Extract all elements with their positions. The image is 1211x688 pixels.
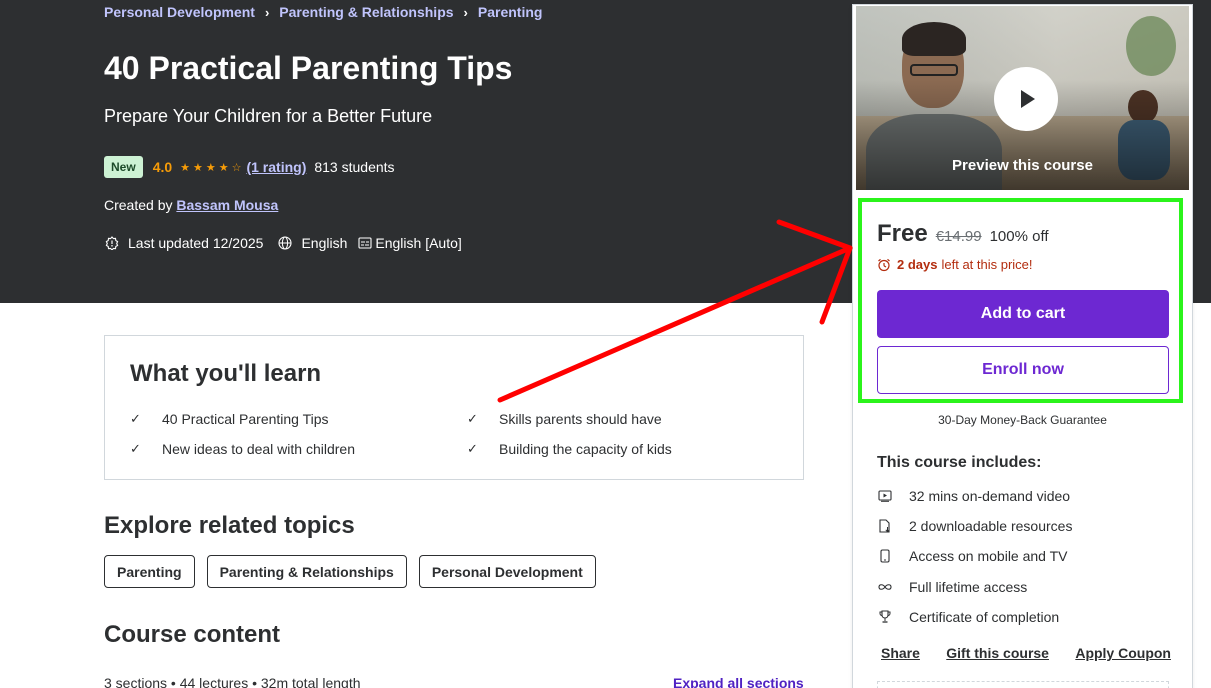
infinity-icon xyxy=(877,579,893,595)
price-countdown: 2 days left at this price! xyxy=(877,257,1033,272)
alarm-clock-icon xyxy=(877,258,891,272)
learn-item: ✓ Skills parents should have xyxy=(467,411,662,427)
course-preview-video[interactable]: Preview this course xyxy=(856,6,1189,190)
students-count: 813 students xyxy=(314,159,395,175)
video-icon xyxy=(877,488,893,504)
what-youll-learn-box: What you'll learn ✓ 40 Practical Parenti… xyxy=(104,335,804,480)
include-item: Certificate of completion xyxy=(877,609,1059,625)
money-back-guarantee: 30-Day Money-Back Guarantee xyxy=(938,413,1107,427)
course-meta: Last updated 12/2025 English English [Au… xyxy=(104,235,472,251)
last-updated: Last updated 12/2025 xyxy=(128,235,264,251)
include-item-text: Full lifetime access xyxy=(909,579,1028,595)
includes-title: This course includes: xyxy=(877,454,1042,471)
glasses-image xyxy=(910,64,958,76)
related-topics: Parenting Parenting & Relationships Pers… xyxy=(104,555,608,588)
share-link[interactable]: Share xyxy=(881,645,920,661)
created-by-label: Created by xyxy=(104,197,173,213)
author-link[interactable]: Bassam Mousa xyxy=(176,197,278,213)
breadcrumb-personal-development[interactable]: Personal Development xyxy=(104,4,255,20)
learn-item-text: 40 Practical Parenting Tips xyxy=(162,411,329,427)
topic-personal-development[interactable]: Personal Development xyxy=(418,555,596,588)
days-remaining: 2 days xyxy=(897,257,938,272)
include-item-text: 2 downloadable resources xyxy=(909,518,1073,534)
learn-item-text: Skills parents should have xyxy=(499,411,662,427)
preview-label: Preview this course xyxy=(952,157,1093,174)
check-icon: ✓ xyxy=(467,411,478,426)
rating-row: New 4.0 ★★★★☆ (1 rating) 813 students xyxy=(104,156,395,178)
topic-parenting-relationships[interactable]: Parenting & Relationships xyxy=(206,555,407,588)
days-remaining-text: left at this price! xyxy=(941,257,1033,272)
course-content-meta: 3 sections • 44 lectures • 32m total len… xyxy=(104,675,361,688)
download-file-icon xyxy=(877,518,893,534)
sidebar-actions: Share Gift this course Apply Coupon xyxy=(881,645,1171,661)
include-item: 2 downloadable resources xyxy=(877,518,1072,534)
learn-item: ✓ Building the capacity of kids xyxy=(467,441,672,457)
created-by: Created by Bassam Mousa xyxy=(104,197,278,213)
include-item: 32 mins on-demand video xyxy=(877,488,1070,504)
check-icon: ✓ xyxy=(130,411,141,426)
play-icon[interactable] xyxy=(994,67,1058,131)
breadcrumb-parenting-relationships[interactable]: Parenting & Relationships xyxy=(279,4,453,20)
new-badge: New xyxy=(104,156,143,178)
plant-image xyxy=(1126,16,1176,76)
coupon-box xyxy=(877,681,1169,688)
learn-item: ✓ 40 Practical Parenting Tips xyxy=(130,411,329,427)
chevron-right-icon: › xyxy=(264,4,270,20)
course-subtitle: Prepare Your Children for a Better Futur… xyxy=(104,106,433,126)
captions-language: English [Auto] xyxy=(375,235,462,251)
include-item-text: Access on mobile and TV xyxy=(909,548,1068,564)
apply-coupon-link[interactable]: Apply Coupon xyxy=(1075,645,1171,661)
learn-item-text: Building the capacity of kids xyxy=(499,441,672,457)
course-content-title: Course content xyxy=(104,621,281,648)
language: English xyxy=(301,235,348,251)
closed-captions-icon xyxy=(357,235,373,251)
star-rating-icon: ★★★★☆ xyxy=(180,161,245,174)
enroll-now-button[interactable]: Enroll now xyxy=(877,346,1169,394)
expand-all-sections-link[interactable]: Expand all sections xyxy=(673,675,804,688)
learn-item: ✓ New ideas to deal with children xyxy=(130,441,355,457)
gift-course-link[interactable]: Gift this course xyxy=(946,645,1049,661)
related-topics-title: Explore related topics xyxy=(104,512,355,539)
breadcrumb-parenting[interactable]: Parenting xyxy=(478,4,543,20)
alert-badge-icon xyxy=(104,235,120,251)
include-item: Access on mobile and TV xyxy=(877,548,1068,564)
instructor-hair xyxy=(902,22,966,56)
rating-value: 4.0 xyxy=(152,159,173,175)
check-icon: ✓ xyxy=(467,441,478,456)
discount-percent: 100% off xyxy=(989,228,1049,245)
include-item-text: 32 mins on-demand video xyxy=(909,488,1071,504)
original-price: €14.99 xyxy=(935,228,982,245)
mobile-icon xyxy=(877,548,893,564)
include-item: Full lifetime access xyxy=(877,579,1027,595)
topic-parenting[interactable]: Parenting xyxy=(104,555,195,588)
add-to-cart-button[interactable]: Add to cart xyxy=(877,290,1169,338)
course-title: 40 Practical Parenting Tips xyxy=(104,50,513,86)
current-price: Free xyxy=(877,220,928,247)
check-icon: ✓ xyxy=(130,441,141,456)
chevron-right-icon: › xyxy=(463,4,468,20)
price-row: Free €14.99 100% off xyxy=(877,220,1049,248)
globe-icon xyxy=(277,235,293,251)
learn-title: What you'll learn xyxy=(130,360,322,387)
trophy-icon xyxy=(877,609,893,625)
breadcrumb: Personal Development › Parenting & Relat… xyxy=(104,4,542,20)
rating-count-link[interactable]: (1 rating) xyxy=(246,159,306,175)
include-item-text: Certificate of completion xyxy=(909,609,1060,625)
learn-item-text: New ideas to deal with children xyxy=(162,441,355,457)
purchase-sidebar: Preview this course Free €14.99 100% off… xyxy=(852,4,1193,688)
